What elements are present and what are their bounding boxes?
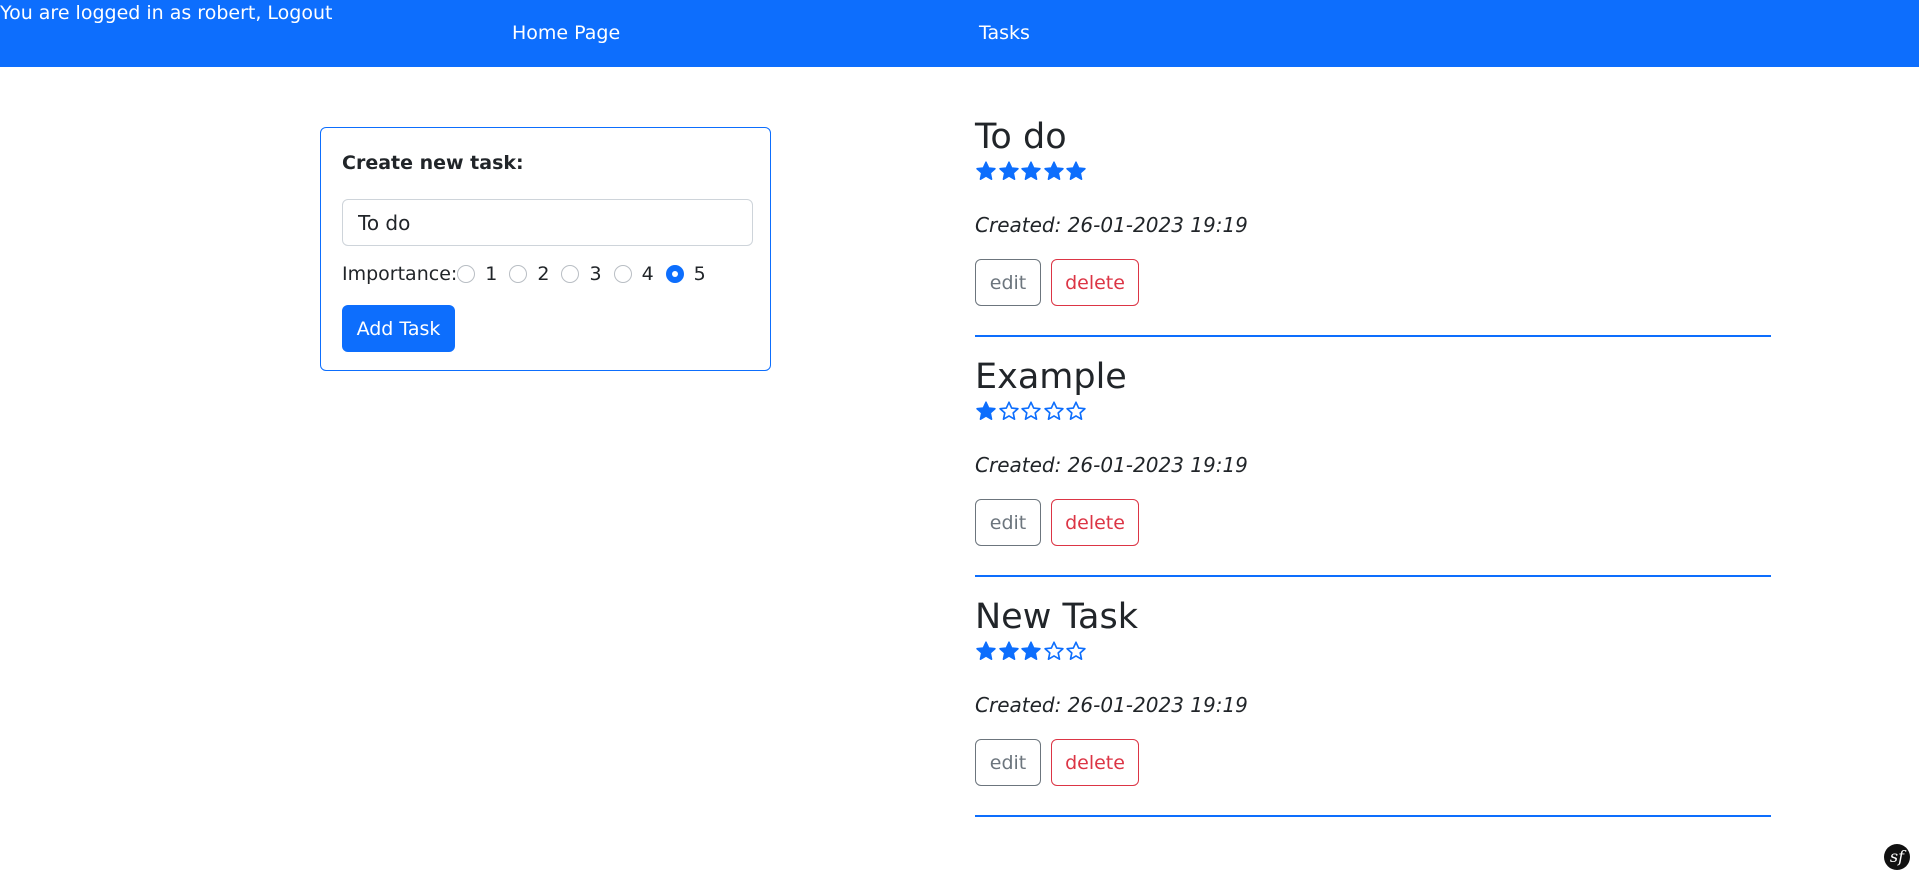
task-created-date: Created: 26-01-2023 19:19 <box>975 213 1248 237</box>
task-created-date: Created: 26-01-2023 19:19 <box>975 693 1248 717</box>
importance-option-4[interactable]: 4 <box>613 263 654 285</box>
task-item: New Task Created: 26-01-2023 19:19 edit … <box>975 593 1771 817</box>
radio-button[interactable] <box>509 265 528 283</box>
nav-tasks-link[interactable]: Tasks <box>979 22 1030 44</box>
edit-task-button[interactable]: edit <box>975 259 1041 306</box>
star-empty-icon <box>1043 641 1064 660</box>
radio-button-selected[interactable] <box>665 265 684 283</box>
star-filled-icon <box>998 641 1019 660</box>
task-created-date: Created: 26-01-2023 19:19 <box>975 453 1248 477</box>
logged-in-user-logout-link[interactable]: You are logged in as robert, Logout <box>0 2 332 24</box>
top-navbar: You are logged in as robert, Logout Home… <box>0 0 1919 67</box>
star-empty-icon <box>1066 641 1086 660</box>
star-empty-icon <box>1043 401 1064 420</box>
importance-option-5[interactable]: 5 <box>665 263 706 285</box>
importance-option-3[interactable]: 3 <box>561 263 602 285</box>
importance-option-1[interactable]: 1 <box>457 263 497 285</box>
star-filled-icon <box>1066 161 1086 180</box>
star-empty-icon <box>998 401 1019 420</box>
star-empty-icon <box>1021 401 1041 420</box>
task-title: Example <box>975 357 1127 397</box>
delete-task-button[interactable]: delete <box>1051 739 1139 786</box>
star-filled-icon <box>1021 161 1041 180</box>
form-title: Create new task: <box>342 152 524 174</box>
radio-button[interactable] <box>613 265 632 283</box>
task-rating-stars <box>975 640 1088 662</box>
star-filled-icon <box>998 161 1019 180</box>
add-task-button[interactable]: Add Task <box>342 305 455 352</box>
task-item: Example Created: 26-01-2023 19:19 edit d… <box>975 353 1771 577</box>
star-filled-icon <box>976 401 996 420</box>
delete-task-button[interactable]: delete <box>1051 259 1139 306</box>
importance-option-2[interactable]: 2 <box>509 263 549 285</box>
importance-label: Importance: <box>342 263 458 285</box>
radio-label: 3 <box>589 263 602 285</box>
star-filled-icon <box>1021 641 1041 660</box>
edit-task-button[interactable]: edit <box>975 499 1041 546</box>
task-item: To do Created: 26-01-2023 19:19 edit del… <box>975 113 1771 337</box>
nav-home-link[interactable]: Home Page <box>512 22 620 44</box>
edit-task-button[interactable]: edit <box>975 739 1041 786</box>
importance-radio-group: Importance: 1 2 3 4 5 <box>342 259 718 289</box>
symfony-logo-icon[interactable]: sf <box>1884 844 1910 870</box>
task-title: New Task <box>975 597 1139 637</box>
radio-label: 4 <box>641 263 654 285</box>
star-empty-icon <box>1066 401 1086 420</box>
star-filled-icon <box>1043 161 1064 180</box>
delete-task-button[interactable]: delete <box>1051 499 1139 546</box>
task-rating-stars <box>975 160 1088 182</box>
task-rating-stars <box>975 400 1088 422</box>
star-filled-icon <box>976 641 996 660</box>
radio-button[interactable] <box>457 265 476 283</box>
create-task-form: Create new task: Importance: 1 2 3 4 5 A… <box>320 127 771 371</box>
radio-label: 2 <box>537 263 550 285</box>
radio-label: 5 <box>693 263 706 285</box>
radio-label: 1 <box>485 263 498 285</box>
radio-button[interactable] <box>561 265 580 283</box>
star-filled-icon <box>976 161 996 180</box>
task-name-input[interactable] <box>342 199 753 246</box>
task-title: To do <box>975 117 1067 157</box>
